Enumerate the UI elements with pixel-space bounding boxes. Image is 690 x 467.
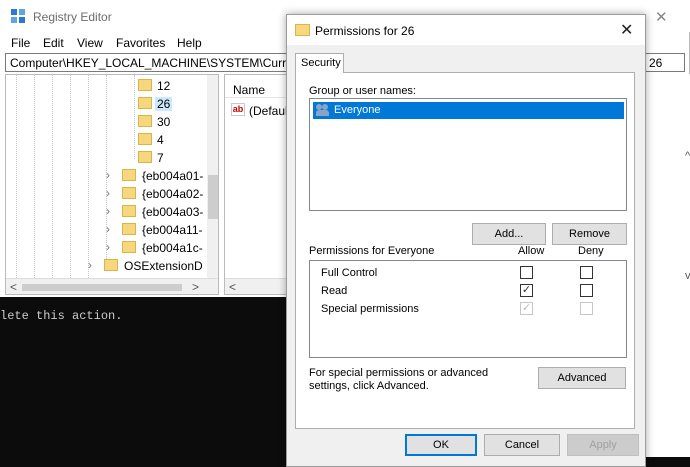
ok-button[interactable]: OK: [405, 434, 477, 456]
folder-icon: [104, 259, 118, 271]
tree-hscroll-thumb[interactable]: [22, 284, 182, 291]
remove-button[interactable]: Remove: [552, 223, 627, 245]
permission-name: Special permissions: [321, 303, 419, 315]
folder-icon: [122, 223, 136, 235]
close-icon[interactable]: ✕: [655, 8, 668, 26]
scroll-right-icon[interactable]: >: [192, 280, 199, 294]
scroll-down-icon[interactable]: v: [685, 270, 690, 282]
security-tab-panel: Group or user names: Everyone Add... Rem…: [295, 72, 635, 429]
menu-help[interactable]: Help: [177, 36, 202, 50]
folder-icon: [138, 79, 152, 91]
folder-icon: [138, 115, 152, 127]
list-horizontal-scrollbar[interactable]: <: [225, 278, 286, 294]
users-list[interactable]: Everyone: [309, 98, 627, 211]
deny-column-header: Deny: [578, 245, 604, 257]
allow-column-header: Allow: [518, 245, 545, 257]
background-window-edge: [641, 297, 690, 457]
menu-file[interactable]: File: [11, 36, 30, 50]
cancel-button[interactable]: Cancel: [484, 434, 560, 456]
chevron-right-icon[interactable]: ›: [106, 204, 110, 218]
tree-horizontal-scrollbar[interactable]: < >: [6, 278, 218, 294]
folder-icon: [122, 187, 136, 199]
permissions-list: Full Control Read ✓ Special permissions …: [309, 260, 627, 358]
folder-icon: [122, 205, 136, 217]
chevron-right-icon[interactable]: ›: [106, 240, 110, 254]
dialog-titlebar[interactable]: Permissions for 26 ✕: [287, 15, 645, 45]
menu-view[interactable]: View: [77, 36, 103, 50]
folder-icon: [122, 169, 136, 181]
registry-tree[interactable]: 12 26 30 4 7 › {eb004a01- › {eb004a02- ›…: [5, 74, 219, 295]
scroll-left-icon[interactable]: <: [10, 280, 17, 294]
advanced-button[interactable]: Advanced: [538, 367, 626, 389]
address-bar-tail: 26: [649, 56, 663, 70]
registry-editor-title: Registry Editor: [33, 10, 112, 24]
chevron-right-icon[interactable]: ›: [88, 258, 92, 272]
chevron-right-icon[interactable]: ›: [106, 222, 110, 236]
folder-icon: [138, 97, 152, 109]
scroll-up-icon[interactable]: ^: [685, 150, 690, 162]
menu-favorites[interactable]: Favorites: [116, 36, 165, 50]
values-list[interactable]: Name ab (Defaul <: [224, 74, 286, 295]
scroll-left-icon[interactable]: <: [229, 280, 236, 294]
folder-icon: [138, 133, 152, 145]
user-row-everyone[interactable]: Everyone: [313, 102, 624, 119]
list-right-edge: ^ v: [643, 74, 690, 297]
chevron-right-icon[interactable]: ›: [106, 186, 110, 200]
folder-icon: [138, 151, 152, 163]
special-allow-checkbox: ✓: [520, 302, 533, 315]
special-deny-checkbox: [580, 302, 593, 315]
menu-edit[interactable]: Edit: [43, 36, 64, 50]
permission-name: Read: [321, 285, 348, 297]
permission-name: Full Control: [321, 267, 378, 279]
close-icon[interactable]: ✕: [620, 20, 633, 40]
read-allow-checkbox[interactable]: ✓: [520, 284, 533, 297]
folder-icon: [122, 241, 136, 253]
read-deny-checkbox[interactable]: [580, 284, 593, 297]
full-control-allow-checkbox[interactable]: [520, 266, 533, 279]
desktop: lete this action. Registry Editor ✕ File…: [0, 0, 690, 467]
user-name: Everyone: [334, 104, 381, 116]
string-value-icon: ab: [231, 103, 245, 116]
apply-button: Apply: [567, 434, 639, 456]
tab-security[interactable]: Security: [295, 53, 344, 73]
permissions-dialog: Permissions for 26 ✕ Security Group or u…: [286, 14, 646, 467]
add-button[interactable]: Add...: [472, 223, 546, 245]
chevron-right-icon[interactable]: ›: [106, 168, 110, 182]
tree-scroll-thumb[interactable]: [208, 175, 218, 219]
users-group-icon: [316, 104, 330, 117]
console-text: lete this action.: [0, 309, 123, 323]
registry-editor-icon: [11, 9, 26, 24]
full-control-deny-checkbox[interactable]: [580, 266, 593, 279]
column-header-name[interactable]: Name: [233, 83, 265, 97]
folder-icon: [295, 24, 310, 36]
advanced-hint-text: For special permissions or advanced sett…: [309, 367, 489, 392]
value-default[interactable]: (Defaul: [249, 104, 286, 118]
group-or-user-names-label: Group or user names:: [309, 85, 416, 97]
dialog-title: Permissions for 26: [315, 24, 415, 38]
permissions-for-label: Permissions for Everyone: [309, 245, 435, 257]
